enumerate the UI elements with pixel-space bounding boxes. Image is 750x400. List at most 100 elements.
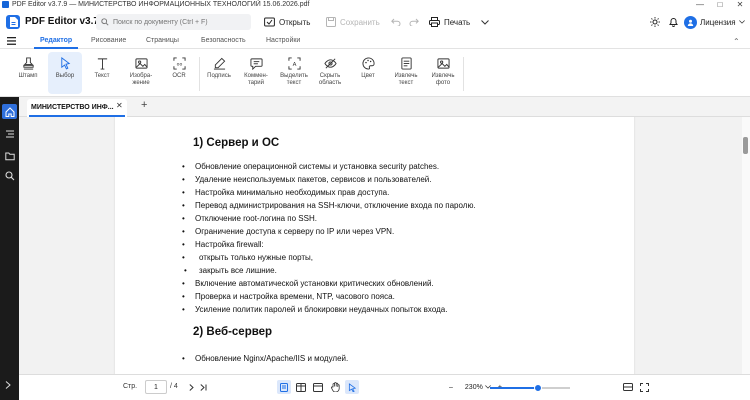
- tool-highlight-text[interactable]: A Выделить текст: [277, 52, 311, 94]
- tool-stamp[interactable]: Штамп: [11, 52, 45, 94]
- tool-extract-photo[interactable]: Извлечь фото: [426, 52, 460, 94]
- document-viewer[interactable]: 1) Сервер и ОС • Обновление операционной …: [19, 117, 742, 374]
- tool-color[interactable]: Цвет: [351, 52, 385, 94]
- zoom-slider-fill: [490, 387, 538, 389]
- open-button[interactable]: Открыть: [264, 14, 310, 30]
- list-item: • Обновление Nginx/Apache/IIS и модулей.: [182, 354, 349, 363]
- zoom-out-button[interactable]: –: [449, 384, 453, 391]
- pan-tool-button[interactable]: [328, 380, 342, 394]
- notifications-button[interactable]: [669, 14, 678, 30]
- print-button[interactable]: Печать: [429, 14, 470, 30]
- list-item: • открыть только нужные порты,: [182, 253, 314, 262]
- app-name: PDF Editor v3.7.9: [25, 16, 108, 27]
- last-page-icon: [199, 383, 206, 391]
- tab-security[interactable]: Безопасность: [201, 37, 246, 44]
- last-page-button[interactable]: [196, 380, 210, 394]
- cursor-icon: [348, 382, 356, 392]
- tab-editor[interactable]: Редактор: [33, 37, 79, 49]
- outline-list-icon: [5, 130, 14, 137]
- extract-photo-icon: [436, 58, 450, 69]
- zoom-level[interactable]: 230%: [465, 384, 483, 391]
- list-item: • Настройка минимально необходимых прав д…: [182, 188, 390, 197]
- redo-button[interactable]: [409, 14, 419, 30]
- single-page-icon: [280, 382, 288, 392]
- undo-button[interactable]: [391, 14, 401, 30]
- section-heading: 2) Веб-сервер: [193, 326, 273, 338]
- tool-label: Выделить текст: [280, 73, 308, 86]
- tools-ribbon: Штамп Выбор Текст Изобра- жение oo OCR П…: [0, 49, 750, 97]
- chevron-right-icon: [188, 383, 194, 391]
- list-item: • Удаление неиспользуемых пакетов, сервис…: [182, 175, 432, 184]
- list-item: • Усиление политик паролей и блокировки н…: [182, 305, 448, 314]
- current-page-input[interactable]: 1: [145, 380, 167, 394]
- tool-label: Изобра- жение: [129, 73, 153, 86]
- select-tool-button[interactable]: [345, 380, 359, 394]
- two-page-view-button[interactable]: [294, 380, 308, 394]
- search-input[interactable]: [113, 18, 248, 26]
- single-page-view-button[interactable]: [277, 380, 291, 394]
- theme-toggle[interactable]: [650, 14, 660, 30]
- more-dropdown[interactable]: [481, 14, 489, 30]
- ribbon-tabs: Редактор Рисование Страницы Безопасность…: [0, 34, 750, 49]
- list-item: • Отключение root-логина по SSH.: [182, 214, 317, 223]
- tab-drawing[interactable]: Рисование: [91, 37, 126, 44]
- hamburger-menu-icon[interactable]: [7, 37, 16, 45]
- hand-icon: [330, 382, 340, 392]
- save-button[interactable]: Сохранить: [326, 14, 380, 30]
- tool-extract-text[interactable]: Извлечь текст: [389, 52, 423, 94]
- tool-label: Извлечь текст: [394, 73, 418, 86]
- total-pages: / 4: [170, 383, 178, 390]
- search-box[interactable]: [96, 14, 251, 30]
- tab-pages[interactable]: Страницы: [146, 37, 179, 44]
- close-tab-icon[interactable]: ✕: [116, 101, 123, 110]
- zoom-slider-handle[interactable]: [534, 384, 542, 392]
- tab-settings[interactable]: Настройки: [266, 37, 300, 44]
- fullscreen-button[interactable]: [637, 380, 651, 394]
- home-icon: [5, 106, 14, 117]
- tool-comment[interactable]: Коммен- тарий: [239, 52, 273, 94]
- scrollbar-thumb[interactable]: [743, 137, 748, 154]
- tool-text[interactable]: Текст: [85, 52, 119, 94]
- expand-sidebar-icon[interactable]: [5, 381, 11, 389]
- list-item: • Проверка и настройка времени, NTP, часо…: [182, 292, 395, 301]
- collapse-ribbon-icon[interactable]: ⌃: [733, 37, 740, 46]
- files-button[interactable]: [2, 148, 17, 163]
- close-window-button[interactable]: ✕: [730, 0, 750, 10]
- fit-width-button[interactable]: [311, 380, 325, 394]
- tool-signature[interactable]: Подпись: [202, 52, 236, 94]
- signature-icon: [213, 57, 225, 70]
- tool-label: Скрыть область: [318, 73, 342, 86]
- minimize-button[interactable]: —: [690, 0, 710, 10]
- folder-icon: [4, 152, 15, 160]
- search-panel-button[interactable]: [2, 168, 17, 183]
- tool-label: Цвет: [361, 73, 375, 79]
- zoom-slider[interactable]: [490, 384, 570, 392]
- outline-button[interactable]: [2, 126, 17, 141]
- ocr-icon: oo: [172, 57, 186, 70]
- tool-ocr[interactable]: oo OCR: [162, 52, 196, 94]
- vertical-scrollbar[interactable]: [742, 117, 750, 374]
- presentation-mode-button[interactable]: [621, 380, 635, 394]
- maximize-button[interactable]: □: [710, 0, 730, 10]
- stamp-icon: [22, 57, 34, 70]
- image-icon: [134, 58, 148, 69]
- save-icon: [326, 17, 336, 27]
- tool-label: Текст: [94, 73, 110, 79]
- tool-divider: [463, 57, 464, 91]
- chevron-down-icon: [738, 20, 745, 24]
- home-button[interactable]: [2, 104, 17, 119]
- redo-icon: [409, 18, 419, 26]
- print-label: Печать: [444, 17, 471, 27]
- tool-label: Извлечь фото: [431, 73, 455, 86]
- list-item: • Ограничение доступа к серверу по IP или…: [182, 227, 395, 236]
- search-icon: [4, 170, 14, 180]
- printer-icon: [429, 17, 440, 27]
- new-tab-button[interactable]: +: [141, 99, 147, 111]
- tool-image[interactable]: Изобра- жение: [124, 52, 158, 94]
- palette-icon: [362, 57, 375, 70]
- list-item: • Настройка firewall:: [182, 240, 264, 249]
- tool-select[interactable]: Выбор: [48, 52, 82, 94]
- tool-hide-area[interactable]: Скрыть область: [313, 52, 347, 94]
- document-tab[interactable]: МИНИСТЕРСТВО ИНФ... ✕: [27, 99, 127, 117]
- license-button[interactable]: Лицензия: [684, 14, 745, 30]
